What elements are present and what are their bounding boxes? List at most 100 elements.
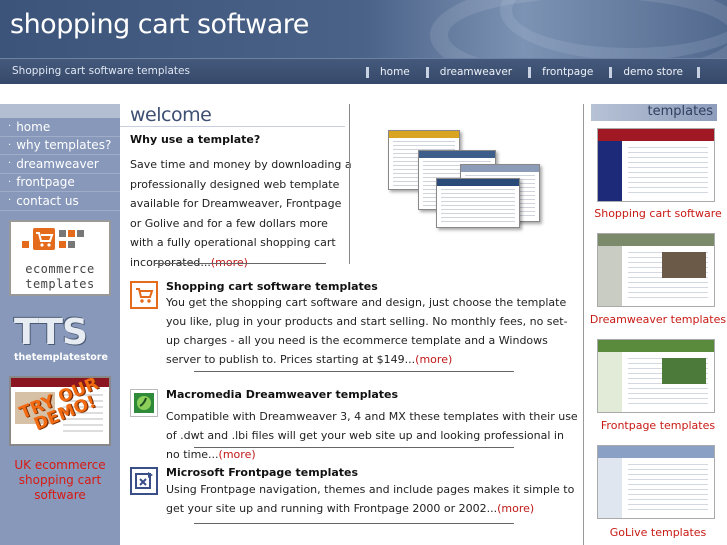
sidebar-item-home[interactable]: · home: [0, 118, 120, 137]
thumbnail-sidebar: [598, 352, 622, 412]
logo-square-decoration: [59, 230, 66, 237]
logo-square-decoration: [68, 230, 75, 237]
dreamweaver-icon: [130, 389, 158, 417]
dreamweaver-template-link[interactable]: Dreamweaver templates: [588, 313, 727, 326]
cart-logo-icon: [33, 228, 55, 250]
top-nav-label: frontpage: [542, 66, 594, 78]
thumbnail-header: [598, 340, 714, 352]
shopping-cart-template-thumbnail[interactable]: [597, 128, 715, 202]
bullet-icon: ·: [8, 195, 12, 207]
demo-store-banner[interactable]: TRY OUR DEMO!: [9, 376, 111, 446]
golive-template-thumbnail[interactable]: [597, 445, 715, 519]
section-body: You get the shopping cart software and d…: [166, 296, 568, 366]
top-nav-dreamweaver[interactable]: dreamweaver: [425, 66, 513, 78]
thumbnail-header: [598, 446, 714, 458]
screenshot-text: [441, 189, 515, 224]
bullet-icon: ·: [8, 139, 12, 151]
screenshot-bar: [437, 179, 519, 186]
divider: [120, 126, 345, 127]
more-link[interactable]: (more): [497, 502, 534, 515]
dreamweaver-heading: Macromedia Dreamweaver templates: [166, 388, 399, 401]
template-screenshot: [436, 178, 520, 228]
why-template-text: Save time and money by downloading a pro…: [130, 155, 352, 272]
frontpage-text: Using Frontpage navigation, themes and i…: [166, 480, 578, 518]
sidebar-nav: · home · why templates? · dreamweaver · fron…: [0, 118, 120, 211]
welcome-heading: welcome: [130, 104, 212, 126]
shopping-cart-template-link[interactable]: Shopping cart software: [588, 207, 727, 220]
divider: [194, 371, 514, 372]
top-nav-frontpage[interactable]: frontpage: [528, 66, 593, 78]
sidebar-top-strip: [0, 104, 120, 118]
more-link[interactable]: (more): [415, 353, 452, 366]
top-nav-label: dreamweaver: [439, 66, 513, 78]
frontpage-template-thumbnail[interactable]: [597, 339, 715, 413]
thumbnail-sidebar: [598, 141, 622, 201]
top-nav: home dreamweaver frontpage demo store: [366, 66, 701, 78]
screenshot-bar: [389, 131, 459, 138]
sidebar-item-frontpage[interactable]: · frontpage: [0, 174, 120, 192]
screenshot-bar: [419, 151, 495, 158]
thumbnail-header: [598, 234, 714, 246]
top-nav-demo-store[interactable]: demo store: [609, 66, 701, 78]
templates-header: templates: [591, 104, 717, 121]
top-nav-label: demo store: [623, 66, 684, 78]
template-screenshots-image: [388, 130, 550, 234]
bullet-icon: ·: [8, 176, 12, 188]
sidebar-item-contact-us[interactable]: · contact us: [0, 192, 120, 211]
nav-separator: [609, 66, 613, 78]
why-template-body: Save time and money by downloading a pro…: [130, 158, 352, 269]
bullet-icon: ·: [8, 121, 12, 133]
more-link[interactable]: (more): [219, 448, 256, 461]
nav-separator: [366, 66, 369, 78]
top-nav-label: home: [380, 66, 410, 78]
uk-ecommerce-link[interactable]: UK ecommerce shopping cart software: [6, 458, 114, 503]
ecom-logo-line1: ecommerce: [25, 262, 95, 276]
thumbnail-image: [662, 358, 706, 384]
ecommerce-templates-logo[interactable]: ecommerce templates: [9, 220, 111, 296]
bullet-icon: ·: [8, 158, 12, 170]
column-divider: [349, 104, 350, 264]
divider: [194, 447, 514, 448]
nav-separator: [425, 66, 429, 78]
frontpage-template-link[interactable]: Frontpage templates: [588, 419, 727, 432]
divider: [154, 263, 326, 264]
site-title[interactable]: shopping cart software: [10, 9, 309, 40]
sidebar-item-label: why templates?: [16, 138, 112, 153]
more-link[interactable]: (more): [211, 256, 248, 269]
dreamweaver-text: Compatible with Dreamweaver 3, 4 and MX …: [166, 407, 578, 464]
thumbnail-body: [628, 464, 708, 514]
logo-square-decoration: [22, 241, 29, 248]
sidebar-item-why-templates[interactable]: · why templates?: [0, 137, 120, 155]
golive-template-link[interactable]: GoLive templates: [588, 526, 727, 539]
logo-square-decoration: [59, 241, 66, 248]
shopping-cart-heading: Shopping cart software templates: [166, 280, 378, 293]
site-header: shopping cart software: [0, 0, 727, 58]
sidebar-item-label: dreamweaver: [16, 156, 99, 171]
why-template-heading: Why use a template?: [130, 133, 261, 146]
ecom-logo-line2: templates: [25, 277, 95, 291]
divider: [194, 523, 514, 524]
dreamweaver-template-thumbnail[interactable]: [597, 233, 715, 307]
nav-separator: [528, 66, 532, 78]
sidebar-item-dreamweaver[interactable]: · dreamweaver: [0, 155, 120, 174]
shopping-cart-text: You get the shopping cart software and d…: [166, 293, 578, 369]
sidebar-item-label: frontpage: [16, 175, 75, 190]
sidebar-item-label: contact us: [16, 193, 79, 208]
top-nav-home[interactable]: home: [366, 66, 410, 78]
the-template-store-logo[interactable]: TTS thetemplatestore: [12, 312, 110, 366]
thumbnail-body: [628, 147, 708, 197]
page: shopping cart software Shopping cart sof…: [0, 0, 727, 545]
shopping-cart-icon: [130, 281, 158, 309]
thumbnail-sidebar: [598, 458, 622, 518]
logo-square-decoration: [68, 241, 75, 248]
tts-logo-text: thetemplatestore: [14, 352, 108, 363]
page-subtitle: Shopping cart software templates: [12, 65, 190, 77]
frontpage-heading: Microsoft Frontpage templates: [166, 466, 359, 479]
thumbnail-image: [662, 252, 706, 278]
tts-logo-mark: TTS: [14, 312, 88, 353]
templates-header-label: templates: [647, 104, 713, 119]
sub-header-bar: Shopping cart software templates home dr…: [0, 58, 727, 84]
screenshot-bar: [461, 165, 539, 172]
thumbnail-sidebar: [598, 246, 622, 306]
nav-separator: [697, 66, 701, 78]
